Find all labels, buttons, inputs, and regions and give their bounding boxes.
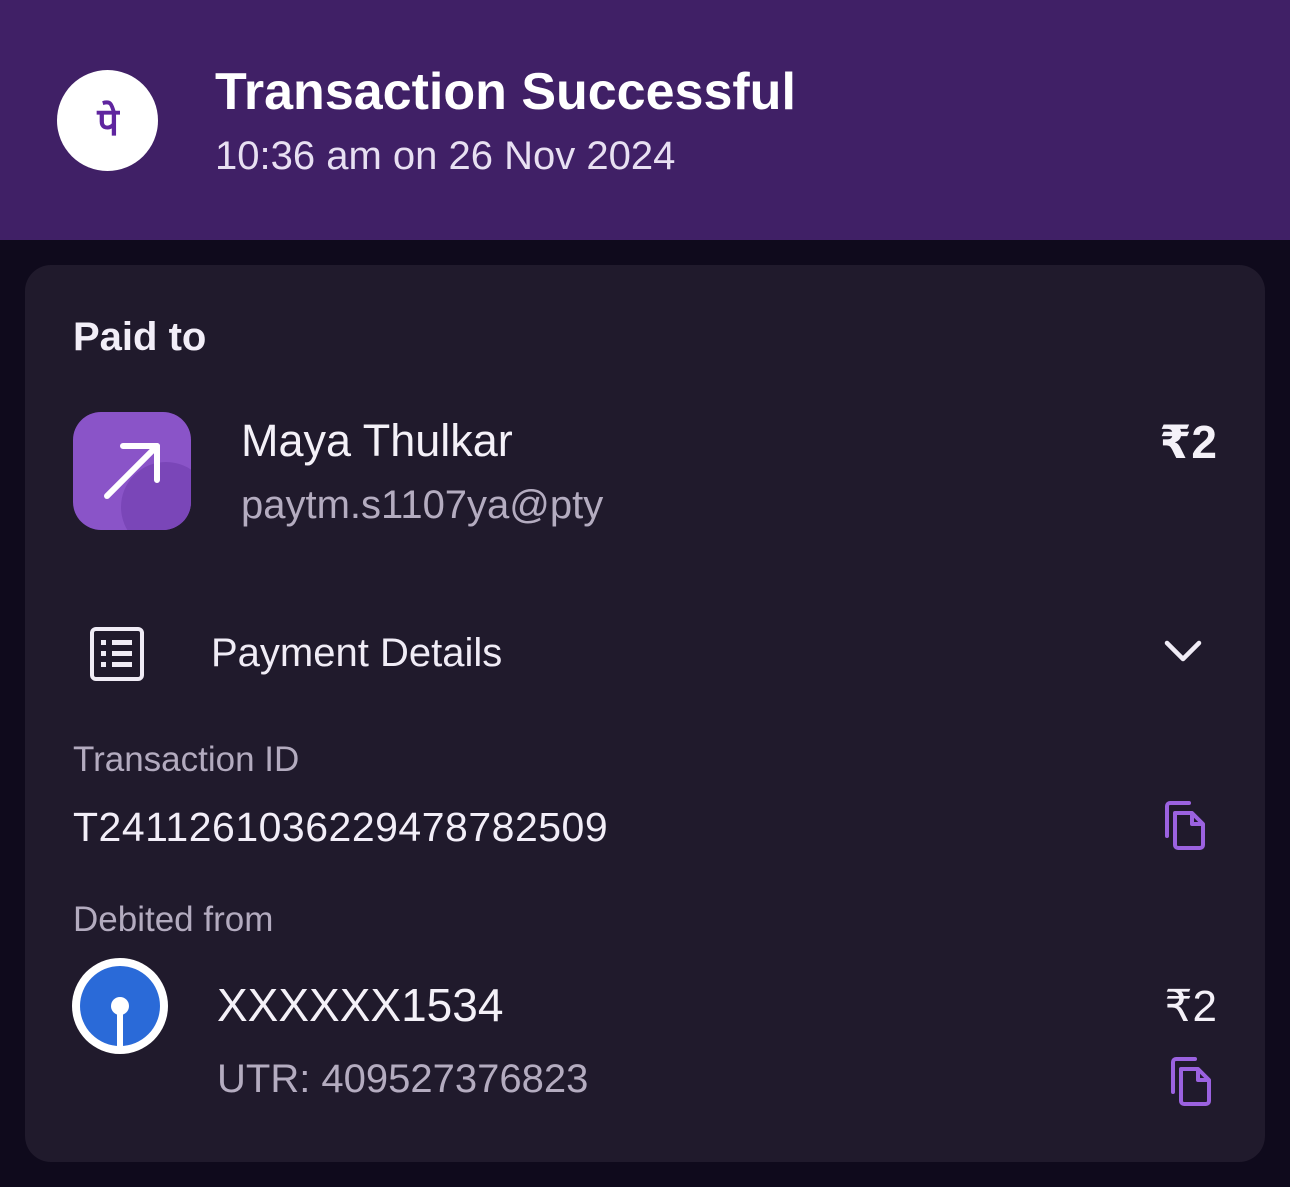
svg-text:पे: पे [96, 100, 120, 144]
copy-icon[interactable] [1161, 800, 1209, 857]
paid-to-label: Paid to [73, 315, 207, 359]
arrow-up-right-icon [73, 412, 191, 530]
payee-name: Maya Thulkar [241, 415, 513, 466]
debited-from-label: Debited from [73, 900, 274, 939]
debited-amount: ₹2 [1164, 982, 1217, 1031]
phonepe-logo-icon: पे [57, 70, 158, 171]
transaction-card: Paid to Maya Thulkar paytm.s1107ya@pty ₹… [25, 265, 1265, 1162]
debited-account-number: XXXXXX1534 [217, 979, 504, 1031]
sbi-bank-logo-icon [72, 958, 168, 1054]
transaction-id-label: Transaction ID [73, 740, 300, 779]
page-title: Transaction Successful [215, 63, 796, 121]
utr-number: UTR: 409527376823 [217, 1057, 589, 1101]
payment-details-toggle[interactable]: Payment Details [211, 631, 502, 676]
header-bar: पे Transaction Successful 10:36 am on 26… [0, 0, 1290, 240]
receipt-list-icon [89, 626, 145, 687]
payee-upi-id: paytm.s1107ya@pty [241, 483, 604, 527]
chevron-down-icon[interactable] [1163, 637, 1203, 670]
paid-amount: ₹2 [1159, 416, 1217, 468]
transaction-timestamp: 10:36 am on 26 Nov 2024 [215, 134, 676, 178]
copy-icon[interactable] [1167, 1056, 1215, 1113]
transaction-id-value: T2411261036229478782509 [73, 804, 609, 850]
